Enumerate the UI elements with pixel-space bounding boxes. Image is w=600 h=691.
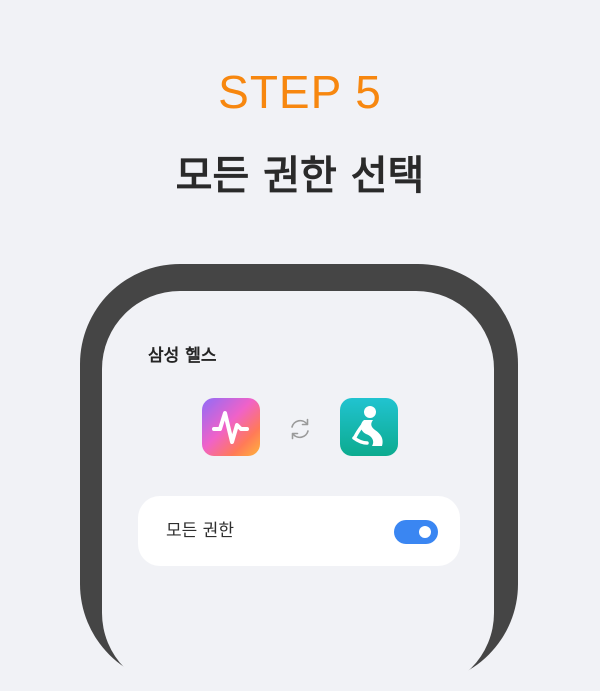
all-permissions-row[interactable]: 모든 권한 [138, 496, 460, 566]
samsung-together-icon [340, 398, 398, 456]
all-permissions-toggle[interactable] [394, 520, 438, 544]
sync-icon [287, 416, 313, 442]
app-title: 삼성 헬스 [148, 346, 217, 366]
samsung-health-icon [202, 398, 260, 456]
all-permissions-label: 모든 권한 [166, 521, 234, 541]
toggle-knob [419, 526, 431, 538]
page-title: 모든 권한 선택 [175, 153, 425, 199]
step-label: STEP 5 [218, 66, 382, 118]
